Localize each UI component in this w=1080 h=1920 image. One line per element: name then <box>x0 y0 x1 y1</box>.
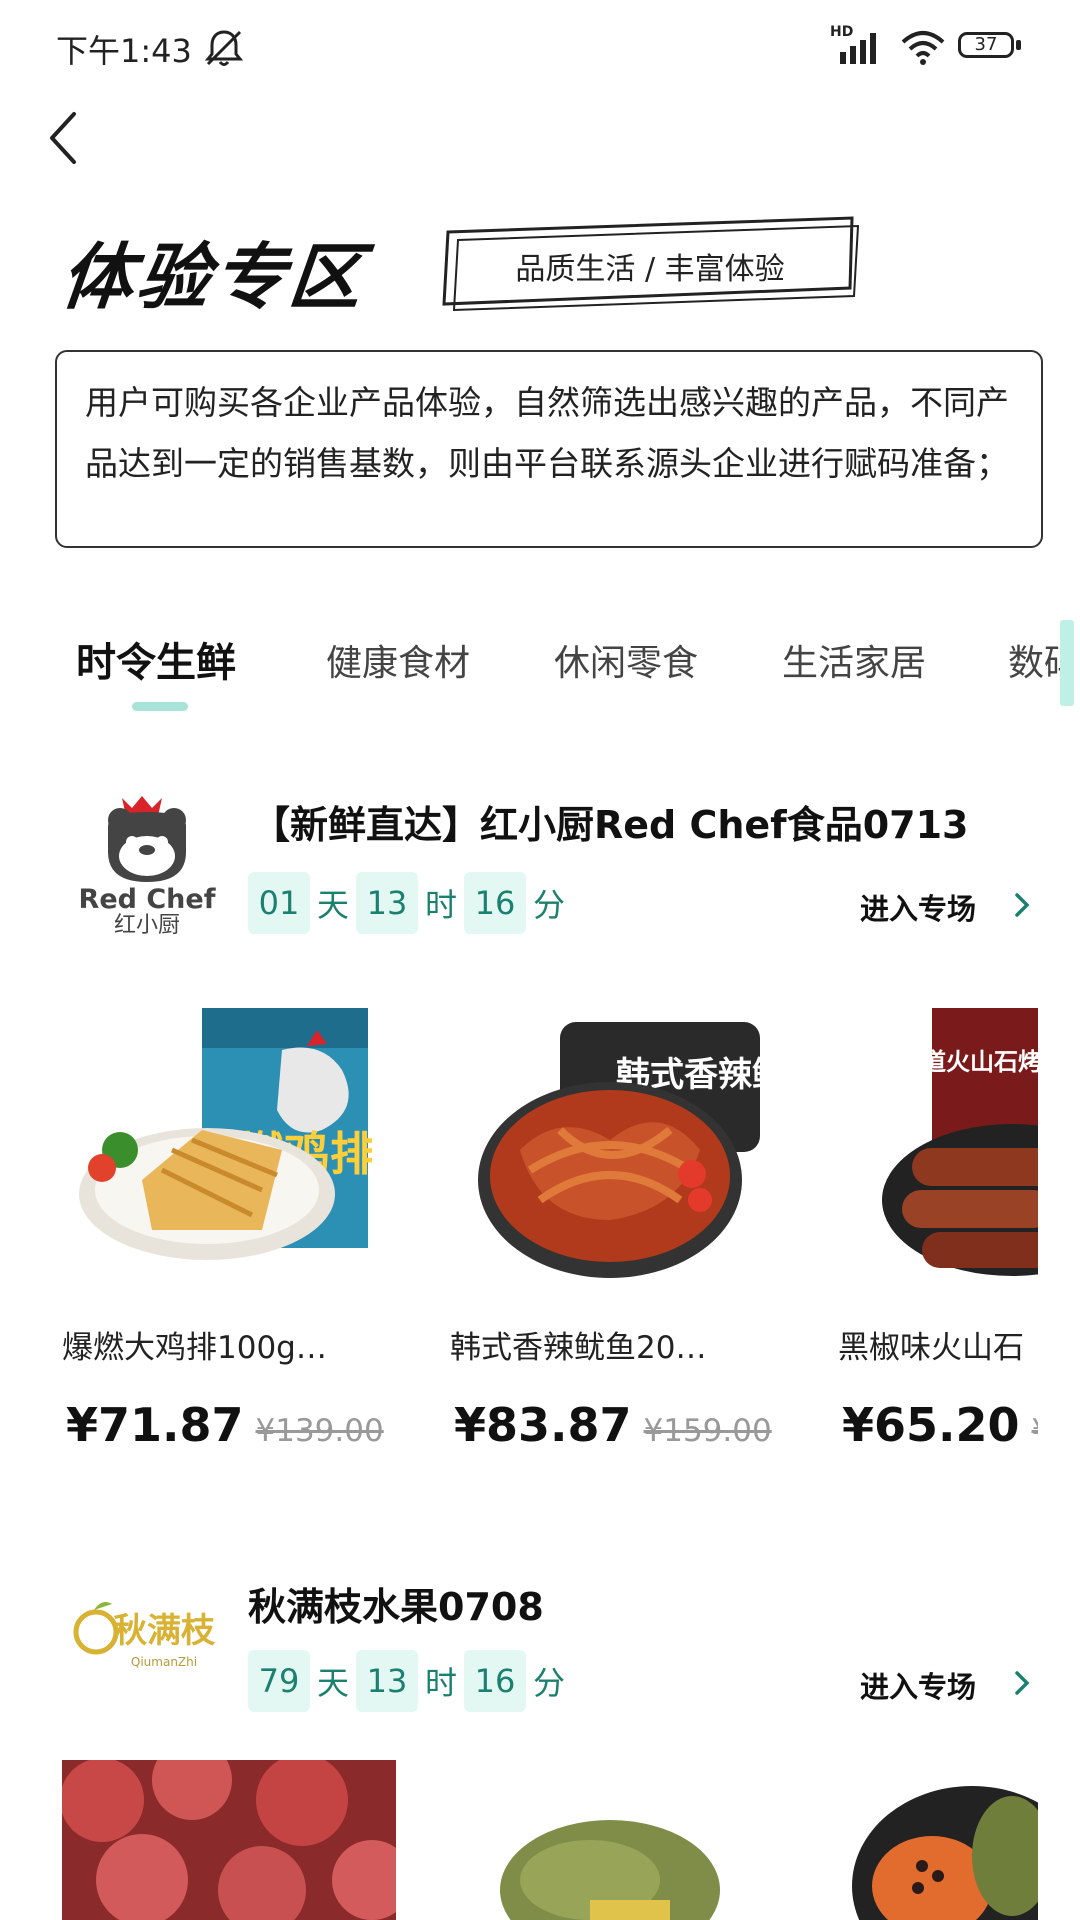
product-name[interactable]: 黑椒味火山石 <box>838 1322 1038 1367</box>
countdown-days-unit: 天 <box>316 886 349 924</box>
pack-label: 地道火山石烤肠 <box>898 1048 1038 1076</box>
chevron-right-icon[interactable] <box>1012 890 1032 920</box>
logo-text-cn: 红小厨 <box>114 913 180 938</box>
shop-title[interactable]: 【新鲜直达】红小厨Red Chef食品0713 <box>252 794 968 849</box>
price-row: ¥65.20 ¥ <box>842 1398 1038 1452</box>
chevron-right-icon[interactable] <box>1012 1668 1032 1698</box>
countdown-timer: 79 天 13 时 16 分 <box>248 1650 572 1712</box>
countdown-hours: 13 <box>356 1650 418 1712</box>
content-area: Red Chef 红小厨 【新鲜直达】红小厨Red Chef食品0713 01 … <box>0 0 1038 1920</box>
countdown-minutes-unit: 分 <box>532 1664 565 1702</box>
logo-text-en: Red Chef <box>79 884 216 915</box>
product-price: ¥65.20 <box>842 1398 1020 1452</box>
countdown-timer: 01 天 13 时 16 分 <box>248 872 572 934</box>
product-old-price: ¥139.00 <box>255 1413 384 1449</box>
logo-text-en: QiumanZhi <box>131 1655 197 1669</box>
shop-title[interactable]: 秋满枝水果0708 <box>248 1576 544 1631</box>
price-row: ¥71.87 ¥139.00 <box>66 1398 384 1452</box>
product-image-spicy-squid[interactable]: 韩式香辣鱿鱼 <box>460 1000 770 1300</box>
tab-scroll-indicator <box>1060 620 1074 706</box>
countdown-minutes: 16 <box>464 1650 526 1712</box>
qiumanzhi-logo: 秋满枝 QiumanZhi <box>73 1602 216 1669</box>
countdown-hours-unit: 时 <box>424 1664 457 1702</box>
product-price: ¥83.87 <box>454 1398 632 1452</box>
product-old-price: ¥ <box>1032 1413 1038 1449</box>
product-name[interactable]: 爆燃大鸡排100g… <box>62 1322 362 1367</box>
countdown-hours-unit: 时 <box>424 886 457 924</box>
countdown-minutes-unit: 分 <box>532 886 565 924</box>
product-name[interactable]: 韩式香辣鱿鱼20… <box>450 1322 750 1367</box>
countdown-minutes: 16 <box>464 872 526 934</box>
logo-text-cn: 秋满枝 <box>113 1611 216 1651</box>
product-image-lychee[interactable] <box>62 1760 396 1920</box>
countdown-hours: 13 <box>356 872 418 934</box>
red-chef-logo: Red Chef 红小厨 <box>79 796 216 938</box>
enter-shop-link[interactable]: 进入专场 <box>860 886 976 928</box>
price-row: ¥83.87 ¥159.00 <box>454 1398 772 1452</box>
product-old-price: ¥159.00 <box>643 1413 772 1449</box>
enter-shop-link[interactable]: 进入专场 <box>860 1664 976 1706</box>
product-image-sausage[interactable]: 地道火山石烤肠 <box>872 1000 1038 1300</box>
product-image-papaya[interactable] <box>852 1776 1038 1920</box>
countdown-days: 01 <box>248 872 310 934</box>
product-price: ¥71.87 <box>66 1398 244 1452</box>
product-image-mango[interactable] <box>490 1800 750 1920</box>
countdown-days: 79 <box>248 1650 310 1712</box>
countdown-days-unit: 天 <box>316 1664 349 1702</box>
product-image-chicken-steak[interactable]: 爆燃鸡排 <box>72 1000 372 1300</box>
